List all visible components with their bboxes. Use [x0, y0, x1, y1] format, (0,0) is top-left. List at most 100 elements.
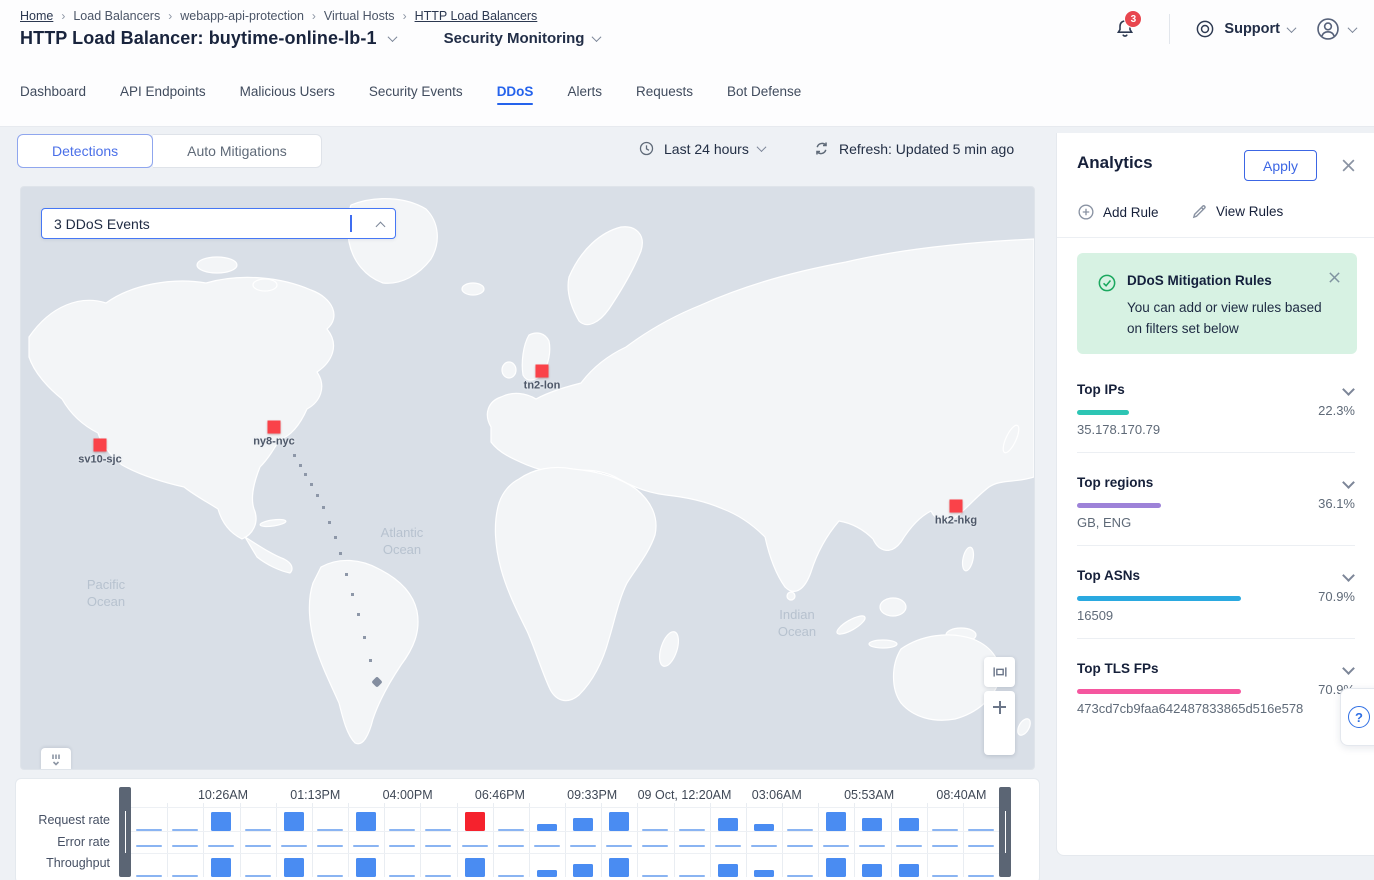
chevron-down-icon[interactable] — [1342, 662, 1355, 675]
ocean-label-indian-ocean: Indian Ocean — [778, 606, 816, 640]
notifications-button[interactable]: 3 — [1113, 17, 1137, 41]
detections-button[interactable]: Detections — [17, 134, 153, 168]
refresh-button[interactable]: Refresh: Updated 5 min ago — [813, 140, 1014, 157]
timeline-tick-label: 01:13PM — [290, 788, 340, 802]
tab-requests[interactable]: Requests — [636, 84, 693, 113]
gridline — [963, 803, 964, 877]
error-rate-bar — [859, 845, 885, 848]
timeline-brush-handle-left[interactable] — [119, 787, 131, 877]
trail-dot — [316, 494, 319, 497]
request-rate-bar — [317, 829, 343, 832]
title-chevron-icon[interactable] — [387, 32, 397, 42]
section-value-label: GB, ENG — [1077, 515, 1131, 530]
ddos-events-dropdown[interactable]: 3 DDoS Events — [41, 208, 396, 239]
request-rate-bar — [425, 829, 451, 832]
ddos-events-dropdown-value: 3 DDoS Events — [54, 216, 150, 232]
tab-ddos[interactable]: DDoS — [497, 84, 534, 113]
map-marker-sv10-sjc[interactable]: sv10-sjc — [94, 439, 107, 452]
error-rate-bar — [823, 845, 849, 848]
ddos-world-map[interactable]: 3 DDoS Events Pacific OceanAtlantic Ocea… — [20, 186, 1035, 770]
trail-dot — [351, 593, 354, 596]
legend-handle-icon — [48, 752, 64, 768]
throughput-bar — [609, 858, 629, 877]
gridline — [637, 803, 638, 877]
map-legend-toggle[interactable] — [41, 748, 71, 770]
section-title: Top TLS FPs — [1077, 661, 1159, 676]
map-marker-ny8-nyc[interactable]: ny8-nyc — [268, 421, 281, 434]
zoom-in-button[interactable] — [993, 701, 1006, 714]
request-rate-bar — [932, 829, 958, 832]
timeline-plot[interactable]: 10:26AM01:13PM04:00PM06:46PM09:33PM09 Oc… — [119, 787, 1011, 877]
section-progress-bar — [1077, 503, 1161, 508]
request-rate-bar — [465, 812, 485, 831]
analytics-section-top-asns: Top ASNs70.9%16509 — [1077, 568, 1355, 661]
tab-api-endpoints[interactable]: API Endpoints — [120, 84, 206, 113]
request-rate-bar — [679, 829, 705, 832]
support-menu[interactable]: Support — [1194, 18, 1295, 40]
error-rate-bar — [932, 845, 958, 848]
map-fit-button[interactable] — [984, 657, 1015, 687]
help-icon[interactable]: ? — [1348, 706, 1370, 728]
gridline — [240, 803, 241, 877]
timeline-brush-handle-right[interactable] — [999, 787, 1011, 877]
error-rate-bar — [751, 845, 777, 848]
gridline — [384, 803, 385, 877]
chevron-down-icon[interactable] — [1342, 383, 1355, 396]
tab-security-events[interactable]: Security Events — [369, 84, 463, 113]
plus-circle-icon — [1077, 203, 1095, 221]
context-selector[interactable]: Security Monitoring — [444, 30, 601, 47]
breadcrumb-item-http-load-balancers[interactable]: HTTP Load Balancers — [415, 9, 538, 23]
account-menu[interactable] — [1315, 16, 1356, 42]
breadcrumb-item-load-balancers: Load Balancers — [73, 9, 160, 23]
map-marker-tn2-lon[interactable]: tn2-lon — [536, 365, 549, 378]
breadcrumb-item-home[interactable]: Home — [20, 9, 53, 23]
time-range-selector[interactable]: Last 24 hours — [638, 140, 765, 157]
add-rule-label: Add Rule — [1103, 205, 1159, 220]
chevron-down-icon[interactable] — [1342, 476, 1355, 489]
section-value-label: 35.178.170.79 — [1077, 422, 1160, 437]
apply-label: Apply — [1263, 158, 1298, 174]
request-rate-bar — [537, 824, 557, 831]
ddos-event-square — [950, 500, 963, 513]
add-rule-button[interactable]: Add Rule — [1077, 203, 1159, 221]
map-marker-label: ny8-nyc — [253, 436, 295, 448]
gridline — [782, 803, 783, 877]
error-rate-bar — [498, 845, 524, 848]
error-rate-bar — [715, 845, 741, 848]
view-rules-button[interactable]: View Rules — [1191, 203, 1283, 220]
throughput-bar — [679, 875, 705, 878]
ddos-mitigation-banner: DDoS Mitigation Rules You can add or vie… — [1077, 253, 1357, 354]
throughput-bar — [754, 870, 774, 877]
pencil-icon — [1191, 203, 1208, 220]
map-marker-hk2-hkg[interactable]: hk2-hkg — [950, 500, 963, 513]
detections-label: Detections — [52, 143, 118, 159]
ddos-event-square — [94, 439, 107, 452]
error-rate-bar — [353, 845, 379, 848]
throughput-bar — [389, 875, 415, 878]
tab-dashboard[interactable]: Dashboard — [20, 84, 86, 113]
chevron-up-icon — [376, 222, 386, 232]
gridline — [131, 807, 999, 808]
error-rate-bar — [968, 845, 994, 848]
section-percentage: 36.1% — [1318, 496, 1355, 511]
trail-dot — [334, 536, 337, 539]
context-selector-label: Security Monitoring — [444, 30, 585, 47]
tab-bot-defense[interactable]: Bot Defense — [727, 84, 801, 113]
section-title: Top regions — [1077, 475, 1153, 490]
trail-dot — [310, 483, 313, 486]
auto-mitigations-button[interactable]: Auto Mitigations — [153, 134, 322, 168]
throughput-bar — [899, 864, 919, 877]
apply-button[interactable]: Apply — [1244, 150, 1317, 181]
dismiss-banner-button[interactable] — [1328, 271, 1341, 284]
timeline-row-label-error-rate: Error rate — [57, 835, 110, 849]
request-rate-bar — [787, 829, 813, 832]
close-panel-button[interactable] — [1341, 158, 1356, 173]
tab-alerts[interactable]: Alerts — [567, 84, 602, 113]
tab-malicious-users[interactable]: Malicious Users — [240, 84, 335, 113]
chevron-down-icon[interactable] — [1342, 569, 1355, 582]
request-rate-bar — [356, 812, 376, 831]
error-rate-bar — [679, 845, 705, 848]
trail-dot — [339, 552, 342, 555]
error-rate-bar — [389, 845, 415, 848]
gridline — [529, 803, 530, 877]
